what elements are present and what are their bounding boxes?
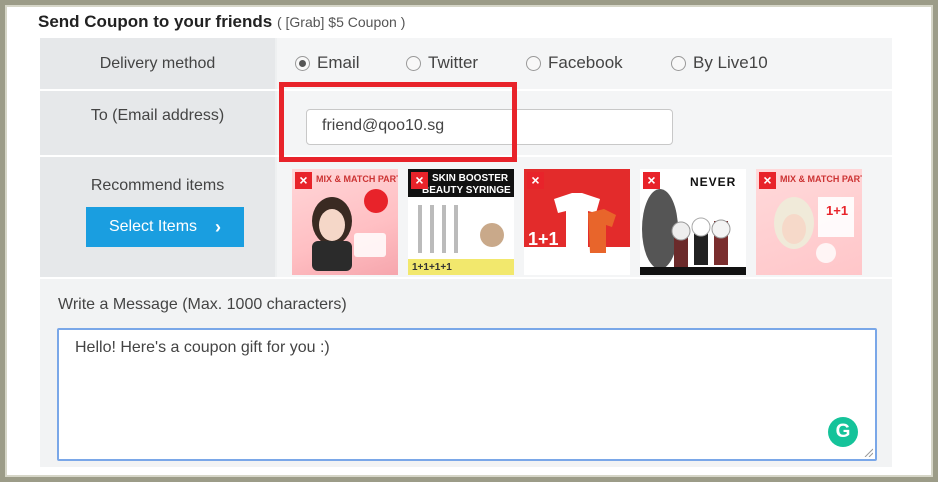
message-label: Write a Message (Max. 1000 characters) <box>58 296 347 313</box>
radio-live10-indicator[interactable] <box>671 55 686 71</box>
message-text: Hello! Here's a coupon gift for you :) <box>75 339 330 356</box>
coupon-panel: Send Coupon to your friends ( [Grab] $5 … <box>5 5 933 477</box>
radio-email-label: Email <box>317 53 360 72</box>
recommended-item[interactable]: × 1+1 <box>524 169 630 275</box>
recommended-thumbnails: × MIX & MATCH PARTY × <box>277 157 892 277</box>
remove-icon[interactable]: × <box>411 172 428 189</box>
message-section: Write a Message (Max. 1000 characters) H… <box>40 279 892 467</box>
resize-handle-icon[interactable] <box>863 447 873 457</box>
item-caption: 1+1 <box>826 203 849 218</box>
title-text: Send Coupon to your friends <box>38 12 273 31</box>
remove-icon[interactable]: × <box>295 172 312 189</box>
remove-icon[interactable]: × <box>527 172 544 189</box>
delivery-label: Delivery method <box>40 38 275 89</box>
radio-twitter-label: Twitter <box>428 53 479 72</box>
grammarly-icon[interactable]: G <box>828 417 858 447</box>
panel-title: Send Coupon to your friends ( [Grab] $5 … <box>38 12 405 32</box>
highlight-box <box>279 82 517 162</box>
recipient-label: To (Email address) <box>40 91 275 155</box>
radio-twitter-indicator[interactable] <box>406 55 421 71</box>
radio-twitter[interactable]: Twitter <box>406 53 478 73</box>
item-caption: NEVER <box>690 175 737 189</box>
recommended-item[interactable]: × MIX & MATCH PARTY <box>292 169 398 275</box>
recommend-label-cell: Recommend items Select Items › <box>40 157 275 277</box>
radio-email-indicator[interactable] <box>295 55 310 71</box>
radio-facebook[interactable]: Facebook <box>526 53 623 73</box>
radio-live10-label: By Live10 <box>693 53 768 72</box>
remove-icon[interactable]: × <box>643 172 660 189</box>
radio-facebook-indicator[interactable] <box>526 55 541 71</box>
radio-facebook-label: Facebook <box>548 53 623 72</box>
item-caption: 1+1+1+1 <box>412 262 452 273</box>
item-caption: BEAUTY SYRINGE <box>422 185 511 196</box>
item-caption: MIX & MATCH PARTY <box>780 174 862 184</box>
radio-live10[interactable]: By Live10 <box>671 53 768 73</box>
item-caption: SKIN BOOSTER <box>432 173 509 184</box>
recommended-item[interactable]: × NEVER <box>640 169 746 275</box>
recommended-item[interactable]: × MIX & MATCH PARTY 1+1 <box>756 169 862 275</box>
remove-icon[interactable]: × <box>759 172 776 189</box>
radio-email[interactable]: Email <box>295 53 360 73</box>
message-textarea[interactable]: Hello! Here's a coupon gift for you :) G <box>57 328 877 461</box>
chevron-right-icon: › <box>215 216 222 237</box>
recommend-label: Recommend items <box>90 177 225 194</box>
coupon-name: ( [Grab] $5 Coupon ) <box>276 14 406 30</box>
recommend-row: Recommend items Select Items › × MIX & M… <box>40 157 892 277</box>
select-items-button[interactable]: Select Items › <box>86 207 244 247</box>
recommended-item[interactable]: × SKIN BOOSTER BEAUTY SYRINGE 1+1+1+1 <box>408 169 514 275</box>
item-caption: 1+1 <box>528 229 559 249</box>
select-items-label: Select Items <box>108 218 198 235</box>
